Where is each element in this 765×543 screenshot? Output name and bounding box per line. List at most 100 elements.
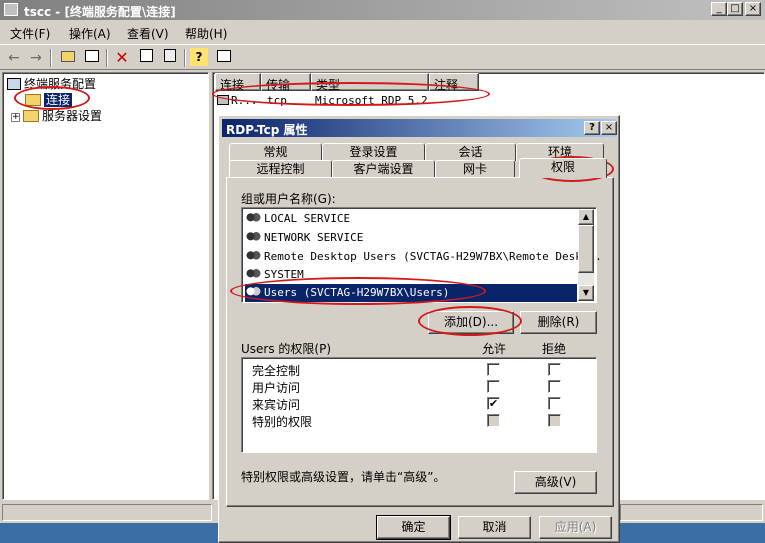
allow-column-label: 允许 xyxy=(482,342,507,356)
user-group-icon xyxy=(245,267,261,281)
maximize-button[interactable]: □ xyxy=(727,2,743,16)
user-group-icon xyxy=(245,211,261,225)
tree-root-label: 终端服务配置 xyxy=(24,77,97,91)
allow-user-access-checkbox[interactable] xyxy=(487,380,500,393)
up-folder-icon[interactable] xyxy=(58,48,78,68)
window-title: tscc - [终端服务配置\连接] xyxy=(24,5,176,19)
column-header-transport[interactable]: 传输 xyxy=(261,73,311,92)
scroll-up-icon[interactable]: ▲ xyxy=(578,209,594,225)
menu-view[interactable]: 查看(V) xyxy=(127,25,169,42)
column-header-name[interactable]: 连接 xyxy=(215,73,261,92)
show-tree-icon[interactable] xyxy=(82,48,102,68)
table-row[interactable]: R... tcp Microsoft RDP 5.2 xyxy=(217,94,487,110)
advanced-hint: 特别权限或高级设置，请单击“高级”。 xyxy=(241,470,446,484)
app-icon xyxy=(4,3,18,16)
ok-button[interactable]: 确定 xyxy=(376,515,451,540)
scroll-thumb[interactable] xyxy=(578,225,594,273)
permissions-label: Users 的权限(P) xyxy=(241,342,332,356)
expand-icon[interactable]: + xyxy=(11,113,20,122)
minimize-button[interactable]: _ xyxy=(711,2,727,16)
deny-column-label: 拒绝 xyxy=(542,342,567,356)
menu-file[interactable]: 文件(F) xyxy=(10,25,50,42)
list-item[interactable]: SYSTEM xyxy=(245,266,577,284)
deny-user-access-checkbox[interactable] xyxy=(548,380,561,393)
user-group-icon xyxy=(245,285,261,299)
deny-guest-access-checkbox[interactable] xyxy=(548,397,561,410)
permission-full-control: 完全控制 xyxy=(252,364,301,378)
toolbar-separator xyxy=(184,49,186,67)
export-icon[interactable] xyxy=(160,48,180,68)
tab-remote-control[interactable]: 远程控制 xyxy=(229,160,332,178)
open-folder-icon xyxy=(25,94,41,106)
permission-special: 特别的权限 xyxy=(252,415,313,429)
folder-icon xyxy=(23,110,39,122)
user-name: Users (SVCTAG-H29W7BX\Users) xyxy=(264,286,450,299)
group-or-user-label: 组或用户名称(G): xyxy=(241,192,336,206)
user-name: Remote Desktop Users (SVCTAG-H29W7BX\Rem… xyxy=(264,250,602,263)
menu-action[interactable]: 操作(A) xyxy=(69,25,111,42)
advanced-button[interactable]: 高级(V) xyxy=(514,471,597,494)
row-name: R... xyxy=(231,94,258,107)
tab-logon-settings[interactable]: 登录设置 xyxy=(322,143,425,161)
properties-icon[interactable] xyxy=(136,48,156,68)
remove-button[interactable]: 删除(R) xyxy=(520,311,597,334)
list-item[interactable]: NETWORK SERVICE xyxy=(245,229,577,247)
tree-item-server-settings-label: 服务器设置 xyxy=(42,109,103,123)
apply-button: 应用(A) xyxy=(539,516,612,539)
console-tree[interactable]: 终端服务配置 连接 + 服务器设置 xyxy=(2,72,209,500)
user-list-scrollbar[interactable]: ▲ ▼ xyxy=(578,209,594,301)
tree-item-connections-label: 连接 xyxy=(44,93,73,107)
close-button[interactable]: × xyxy=(745,2,761,16)
add-button[interactable]: 添加(D)... xyxy=(428,311,514,334)
console-icon[interactable] xyxy=(214,48,234,68)
window-title-bar[interactable]: tscc - [终端服务配置\连接] _ □ × xyxy=(0,0,765,20)
toolbar-separator xyxy=(106,49,108,67)
delete-icon[interactable]: ✕ xyxy=(112,48,132,68)
list-item-selected[interactable]: Users (SVCTAG-H29W7BX\Users) xyxy=(245,284,577,302)
tab-permissions[interactable]: 权限 xyxy=(519,158,607,178)
scroll-down-icon[interactable]: ▼ xyxy=(578,285,594,301)
menu-help[interactable]: 帮助(H) xyxy=(185,25,227,42)
allow-special-checkbox xyxy=(487,414,500,427)
rdp-properties-dialog: RDP-Tcp 属性 ? × 常规 登录设置 会话 环境 远程控制 客户端设置 … xyxy=(218,115,620,543)
permission-guest-access: 来宾访问 xyxy=(252,398,301,412)
column-header-comment[interactable]: 注释 xyxy=(429,73,479,92)
user-list[interactable]: LOCAL SERVICE NETWORK SERVICE Remote Des… xyxy=(241,207,602,303)
permission-user-access: 用户访问 xyxy=(252,381,301,395)
tab-sessions[interactable]: 会话 xyxy=(425,143,516,161)
toolbar-separator xyxy=(50,49,52,67)
cancel-button[interactable]: 取消 xyxy=(458,516,531,539)
user-name: SYSTEM xyxy=(264,268,304,281)
allow-guest-access-checkbox[interactable]: ✔ xyxy=(487,397,500,410)
permissions-tab-panel: 组或用户名称(G): LOCAL SERVICE NETWORK SERVICE… xyxy=(226,177,614,507)
tree-item-connections[interactable]: 连接 xyxy=(25,91,73,108)
dialog-title-bar[interactable]: RDP-Tcp 属性 ? × xyxy=(222,119,617,137)
allow-full-control-checkbox[interactable] xyxy=(487,363,500,376)
back-icon[interactable]: ← xyxy=(4,48,24,68)
user-group-icon xyxy=(245,249,261,263)
row-transport: tcp xyxy=(267,94,287,107)
list-item[interactable]: LOCAL SERVICE xyxy=(245,210,577,228)
status-panel xyxy=(2,504,212,521)
connection-icon xyxy=(217,95,229,105)
forward-icon[interactable]: → xyxy=(26,48,46,68)
toolbar: ← → ✕ ? xyxy=(0,44,765,70)
tab-client-settings[interactable]: 客户端设置 xyxy=(332,160,435,178)
dialog-help-button[interactable]: ? xyxy=(584,121,600,135)
column-header-type[interactable]: 类型 xyxy=(311,73,429,92)
tab-network-adapter[interactable]: 网卡 xyxy=(435,160,515,178)
row-type: Microsoft RDP 5.2 xyxy=(315,94,428,107)
permissions-list: 完全控制 用户访问 来宾访问 ✔ 特别的权限 xyxy=(241,357,597,453)
list-item[interactable]: Remote Desktop Users (SVCTAG-H29W7BX\Rem… xyxy=(245,248,602,266)
menu-bar: 文件(F) 操作(A) 查看(V) 帮助(H) xyxy=(0,21,765,43)
tab-general[interactable]: 常规 xyxy=(229,143,322,161)
dialog-title: RDP-Tcp 属性 xyxy=(226,123,308,137)
status-panel xyxy=(620,504,763,521)
tree-root[interactable]: 终端服务配置 xyxy=(7,75,96,92)
computer-icon xyxy=(7,78,21,90)
tree-item-server-settings[interactable]: + 服务器设置 xyxy=(11,107,102,124)
deny-full-control-checkbox[interactable] xyxy=(548,363,561,376)
dialog-close-button[interactable]: × xyxy=(601,121,617,135)
user-name: NETWORK SERVICE xyxy=(264,231,364,244)
help-icon[interactable]: ? xyxy=(190,48,208,66)
